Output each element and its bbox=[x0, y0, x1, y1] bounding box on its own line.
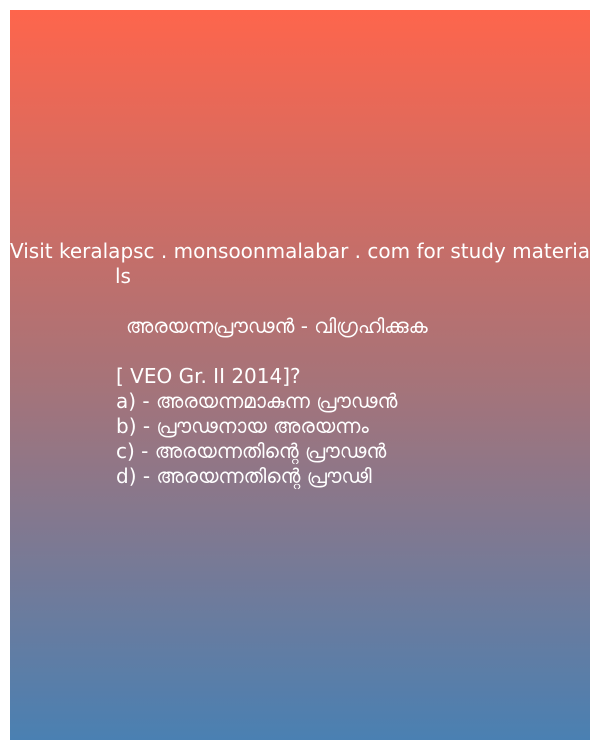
study-material-notice: Visit keralapsc . monsoonmalabar . com f… bbox=[10, 239, 590, 289]
question-block: അരയന്നപ്രൗഢൻ - വിഗ്രഹിക്കുക [ VEO Gr. II… bbox=[10, 314, 590, 489]
notice-line-2: ls bbox=[115, 264, 131, 288]
question-source: [ VEO Gr. II 2014]? bbox=[116, 364, 301, 388]
question-title: അരയന്നപ്രൗഢൻ - വിഗ്രഹിക്കുക bbox=[126, 314, 428, 338]
notice-line-1: Visit keralapsc . monsoonmalabar . com f… bbox=[10, 239, 591, 263]
option-c: c) - അരയന്നതിന്റെ പ്രൗഢൻ bbox=[116, 439, 387, 463]
option-a: a) - അരയന്നമാകുന്ന പ്രൗഢൻ bbox=[116, 389, 398, 413]
option-b: b) - പ്രൗഢനായ അരയന്നം bbox=[116, 414, 369, 438]
question-card: Visit keralapsc . monsoonmalabar . com f… bbox=[10, 10, 590, 740]
card-content: Visit keralapsc . monsoonmalabar . com f… bbox=[10, 239, 590, 489]
option-d: d) - അരയന്നതിന്റെ പ്രൗഢി bbox=[116, 464, 372, 488]
